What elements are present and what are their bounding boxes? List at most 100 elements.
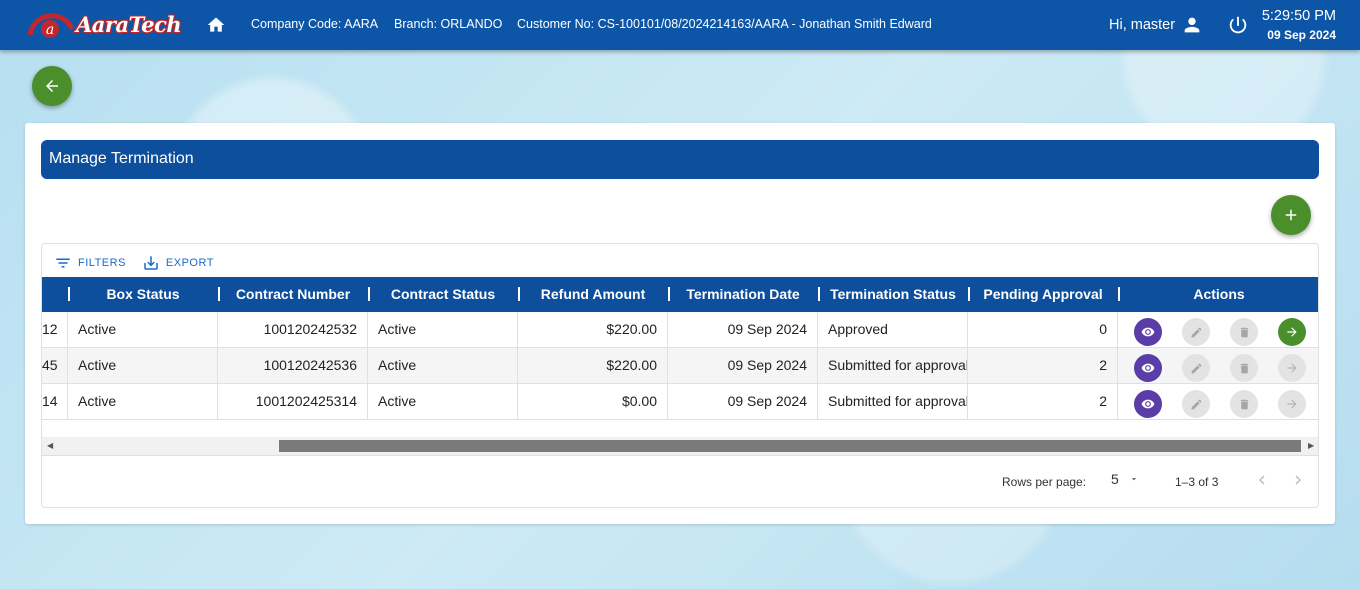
- cell-box-status: Active: [68, 348, 218, 384]
- app-logo[interactable]: a AaraTech: [26, 9, 182, 39]
- rows-per-page-value: 5: [1111, 471, 1119, 487]
- export-button[interactable]: EXPORT: [138, 252, 218, 274]
- page-title: Manage Termination: [41, 140, 1319, 179]
- table-row[interactable]: 12 Active 100120242532 Active $220.00 09…: [42, 312, 1318, 348]
- user-icon[interactable]: [1181, 14, 1203, 36]
- download-icon: [144, 256, 158, 270]
- cell-pending-approval: 0: [968, 312, 1118, 348]
- cell-id: 45: [42, 348, 68, 384]
- cell-contract-number: 1001202425314: [218, 384, 368, 420]
- edit-button[interactable]: [1182, 354, 1210, 382]
- cell-termination-date: 09 Sep 2024: [668, 312, 818, 348]
- arrow-right-icon: [1287, 327, 1297, 337]
- termination-grid: FILTERS EXPORT Box Status Contract Numbe…: [41, 243, 1319, 508]
- scroll-left-arrow-icon[interactable]: ◀: [47, 441, 53, 450]
- cell-termination-date: 09 Sep 2024: [668, 384, 818, 420]
- plus-icon: [1285, 209, 1297, 221]
- forward-button[interactable]: [1278, 318, 1306, 346]
- pagination-footer: Rows per page: 5 1–3 of 3: [42, 455, 1318, 507]
- filters-button[interactable]: FILTERS: [50, 252, 130, 274]
- cell-termination-status: Submitted for approval: [818, 348, 968, 384]
- delete-button[interactable]: [1230, 390, 1258, 418]
- filter-icon: [56, 258, 70, 268]
- view-button[interactable]: [1134, 354, 1162, 382]
- clock-time: 5:29:50 PM: [1261, 8, 1336, 24]
- eye-icon: [1141, 327, 1155, 337]
- rows-per-page-label: Rows per page:: [1002, 475, 1087, 489]
- add-termination-button[interactable]: [1271, 195, 1311, 235]
- pencil-icon: [1191, 327, 1201, 337]
- cell-pending-approval: 2: [968, 384, 1118, 420]
- cell-pending-approval: 2: [968, 348, 1118, 384]
- col-termination-status[interactable]: Termination Status: [818, 277, 968, 312]
- cell-refund-amount: $220.00: [518, 348, 668, 384]
- branch-label: Branch: ORLANDO: [394, 17, 503, 31]
- scroll-right-arrow-icon[interactable]: ▶: [1308, 441, 1314, 450]
- table-row[interactable]: 45 Active 100120242536 Active $220.00 09…: [42, 348, 1318, 384]
- view-button[interactable]: [1134, 318, 1162, 346]
- customer-info: Customer No: CS-100101/08/2024214163/AAR…: [517, 17, 932, 31]
- grid-toolbar: FILTERS EXPORT: [50, 254, 222, 272]
- arrow-right-icon: [1287, 363, 1297, 373]
- home-icon[interactable]: [206, 15, 226, 35]
- back-button[interactable]: [32, 66, 72, 106]
- chevron-left-icon[interactable]: [1253, 471, 1271, 489]
- svg-text:a: a: [46, 22, 54, 38]
- forward-button[interactable]: [1278, 390, 1306, 418]
- pencil-icon: [1191, 399, 1201, 409]
- cell-box-status: Active: [68, 312, 218, 348]
- eye-icon: [1141, 363, 1155, 373]
- cell-contract-number: 100120242536: [218, 348, 368, 384]
- eye-icon: [1141, 399, 1155, 409]
- pagination-range: 1–3 of 3: [1175, 475, 1219, 489]
- col-refund-amount[interactable]: Refund Amount: [518, 277, 668, 312]
- cell-refund-amount: $0.00: [518, 384, 668, 420]
- arrow-left-icon: [46, 80, 58, 92]
- user-greeting: Hi, master: [1109, 17, 1176, 33]
- rows-per-page-select[interactable]: 5: [1111, 471, 1139, 487]
- forward-button[interactable]: [1278, 354, 1306, 382]
- delete-button[interactable]: [1230, 354, 1258, 382]
- power-icon[interactable]: [1227, 14, 1249, 36]
- cell-refund-amount: $220.00: [518, 312, 668, 348]
- edit-button[interactable]: [1182, 318, 1210, 346]
- col-termination-date[interactable]: Termination Date: [668, 277, 818, 312]
- edit-button[interactable]: [1182, 390, 1210, 418]
- filters-label: FILTERS: [78, 257, 126, 269]
- cell-id: 14: [42, 384, 68, 420]
- horizontal-scrollbar[interactable]: ◀ ▶: [42, 437, 1318, 455]
- table-header: Box Status Contract Number Contract Stat…: [42, 277, 1318, 312]
- arrow-right-icon: [1287, 399, 1297, 409]
- top-bar: a AaraTech Company Code: AARA Branch: OR…: [0, 0, 1360, 50]
- company-code: Company Code: AARA: [251, 17, 379, 31]
- trash-icon: [1240, 327, 1248, 337]
- trash-icon: [1240, 399, 1248, 409]
- cell-contract-status: Active: [368, 348, 518, 384]
- clock-date: 09 Sep 2024: [1267, 28, 1336, 42]
- cell-contract-number: 100120242532: [218, 312, 368, 348]
- logo-arc-icon: a: [27, 13, 75, 38]
- col-contract-status[interactable]: Contract Status: [368, 277, 518, 312]
- col-contract-number[interactable]: Contract Number: [218, 277, 368, 312]
- col-actions: Actions: [1193, 286, 1245, 302]
- cell-termination-status: Submitted for approval: [818, 384, 968, 420]
- cell-id: 12: [42, 312, 68, 348]
- cell-contract-status: Active: [368, 384, 518, 420]
- trash-icon: [1240, 363, 1248, 373]
- delete-button[interactable]: [1230, 318, 1258, 346]
- pencil-icon: [1191, 363, 1201, 373]
- caret-down-icon: [1131, 478, 1136, 481]
- col-pending-approval[interactable]: Pending Approval: [968, 277, 1118, 312]
- col-box-status[interactable]: Box Status: [68, 277, 218, 312]
- cell-box-status: Active: [68, 384, 218, 420]
- cell-contract-status: Active: [368, 312, 518, 348]
- export-label: EXPORT: [165, 257, 214, 269]
- scrollbar-thumb[interactable]: [279, 440, 1301, 452]
- cell-termination-date: 09 Sep 2024: [668, 348, 818, 384]
- chevron-right-icon[interactable]: [1289, 471, 1307, 489]
- logo-text: AaraTech: [76, 12, 182, 37]
- view-button[interactable]: [1134, 390, 1162, 418]
- cell-termination-status: Approved: [818, 312, 968, 348]
- content-card: Manage Termination FILTERS EXPORT Box St…: [25, 123, 1335, 524]
- table-row[interactable]: 14 Active 1001202425314 Active $0.00 09 …: [42, 384, 1318, 420]
